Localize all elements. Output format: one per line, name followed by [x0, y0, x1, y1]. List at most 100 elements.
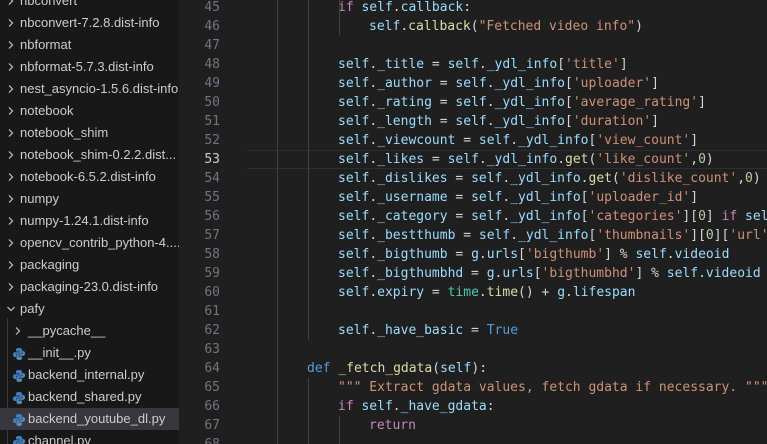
- indent-guide: [339, 0, 340, 35]
- tree-item-2[interactable]: nbformat: [0, 34, 179, 56]
- line-number: 64: [204, 361, 220, 376]
- code-text: self._length = self._ydl_info['duration'…: [338, 112, 659, 131]
- code-line[interactable]: 60 self.expiry = time.time() + g.lifespan: [179, 283, 767, 302]
- tree-item-6[interactable]: notebook_shim: [0, 122, 179, 144]
- code-line[interactable]: 63: [179, 340, 767, 359]
- tree-item-11[interactable]: opencv_contrib_python-4....: [0, 232, 179, 254]
- code-line[interactable]: 67 return: [179, 416, 767, 435]
- chevron-right-icon: [5, 56, 17, 78]
- code-token: self: [455, 76, 487, 91]
- line-number: 54: [204, 171, 220, 186]
- code-token: .: [369, 247, 378, 262]
- code-token: self: [338, 266, 370, 281]
- tree-item-10[interactable]: numpy-1.24.1.dist-info: [0, 210, 179, 232]
- code-token: _ydl_info: [518, 133, 589, 148]
- code-token: if: [338, 0, 362, 15]
- code-token: 'uploader_id': [588, 190, 691, 205]
- code-token: videoid: [674, 247, 730, 262]
- code-line[interactable]: 50 self._rating = self._ydl_info['average…: [179, 93, 767, 112]
- line-number: 49: [204, 76, 220, 91]
- code-token: self: [338, 114, 370, 129]
- code-token: [: [580, 209, 589, 224]
- code-token: .: [478, 247, 487, 262]
- code-line[interactable]: 61: [179, 302, 767, 321]
- tree-item-0[interactable]: nbconvert: [0, 0, 179, 12]
- code-token: _length: [377, 114, 432, 129]
- code-token: if: [721, 209, 746, 224]
- code-token: .: [478, 57, 487, 72]
- tree-item-12[interactable]: packaging: [0, 254, 179, 276]
- code-line[interactable]: 47: [179, 36, 767, 55]
- code-line[interactable]: 53 self._likes = self._ydl_info.get('like…: [179, 150, 767, 169]
- code-token: self: [338, 247, 370, 262]
- code-token: .: [698, 266, 706, 281]
- tree-item-4[interactable]: nest_asyncio-1.5.6.dist-info: [0, 78, 179, 100]
- code-token: _username: [377, 190, 448, 205]
- line-number: 51: [204, 114, 220, 129]
- tree-item-label: __pycache__: [28, 323, 106, 338]
- code-line[interactable]: 49 self._author = self._ydl_info['uploade…: [179, 74, 767, 93]
- code-token: self: [447, 152, 479, 167]
- tree-item-label: numpy: [20, 191, 60, 206]
- tree-item-14[interactable]: pafy: [0, 298, 179, 320]
- code-line[interactable]: 48 self._title = self._ydl_info['title']: [179, 55, 767, 74]
- code-token: _ydl_info: [494, 95, 566, 110]
- code-token: .: [580, 171, 589, 186]
- tree-item-16[interactable]: __init__.py: [0, 342, 179, 364]
- code-line[interactable]: 56 self._category = self._ydl_info['categ…: [179, 207, 767, 226]
- code-line[interactable]: 57 self._bestthumb = self._ydl_info['thum…: [179, 226, 767, 245]
- python-file-icon: [12, 390, 26, 404]
- code-line[interactable]: 65 """ Extract gdata values, fetch gdata …: [179, 378, 767, 397]
- tree-item-15[interactable]: __pycache__: [0, 320, 179, 342]
- code-line[interactable]: 51 self._length = self._ydl_info['duratio…: [179, 112, 767, 131]
- tree-item-label: pafy: [20, 301, 45, 316]
- chevron-right-icon: [5, 0, 17, 12]
- code-line[interactable]: 55 self._username = self._ydl_info['uploa…: [179, 188, 767, 207]
- code-line[interactable]: 59 self._bigthumbhd = g.urls['bigthumbhd'…: [179, 264, 767, 283]
- code-editor[interactable]: 45 if self.callback: 46 self.callback("Fetc…: [179, 0, 767, 444]
- code-token: .: [369, 190, 378, 205]
- code-token: .: [392, 0, 401, 15]
- tree-item-9[interactable]: numpy: [0, 188, 179, 210]
- code-line[interactable]: 62 self._have_basic = True: [179, 321, 767, 340]
- tree-item-5[interactable]: notebook: [0, 100, 179, 122]
- code-token: =: [447, 171, 472, 186]
- code-token: get: [588, 171, 612, 186]
- code-token: self: [338, 285, 370, 300]
- line-number: 60: [204, 285, 220, 300]
- code-token: [: [565, 95, 573, 110]
- code-line[interactable]: 54 self._dislikes = self._ydl_info.get('d…: [179, 169, 767, 188]
- code-token: self: [338, 57, 370, 72]
- tree-item-20[interactable]: channel.py: [0, 430, 179, 444]
- chevron-right-icon: [5, 122, 17, 144]
- code-line[interactable]: 58 self._bigthumb = g.urls['bigthumb'] % …: [179, 245, 767, 264]
- code-line[interactable]: 52 self._viewcount = self._ydl_info['view…: [179, 131, 767, 150]
- code-token: .: [565, 285, 573, 300]
- chevron-right-icon: [5, 210, 17, 232]
- tree-item-17[interactable]: backend_internal.py: [0, 364, 179, 386]
- tree-item-19[interactable]: backend_youtube_dl.py: [0, 408, 179, 430]
- code-line[interactable]: 68: [179, 435, 767, 444]
- line-number: 63: [204, 342, 220, 357]
- code-text: self._likes = self._ydl_info.get('like_c…: [338, 150, 714, 169]
- tree-item-13[interactable]: packaging-23.0.dist-info: [0, 276, 179, 298]
- tree-item-3[interactable]: nbformat-5.7.3.dist-info: [0, 56, 179, 78]
- tree-item-label: backend_internal.py: [28, 367, 145, 382]
- code-token: 0: [745, 171, 753, 186]
- tree-item-8[interactable]: notebook-6.5.2.dist-info: [0, 166, 179, 188]
- code-token: .: [369, 228, 378, 243]
- tree-item-1[interactable]: nbconvert-7.2.8.dist-info: [0, 12, 179, 34]
- code-line[interactable]: 64 def _fetch_gdata(self):: [179, 359, 767, 378]
- code-line[interactable]: 45 if self.callback:: [179, 0, 767, 17]
- code-token: =: [455, 228, 479, 243]
- code-token: 'url': [729, 228, 767, 243]
- tree-item-18[interactable]: backend_shared.py: [0, 386, 179, 408]
- code-line[interactable]: 66 if self._have_gdata:: [179, 397, 767, 416]
- tree-item-7[interactable]: notebook_shim-0.2.2.dist...: [0, 144, 179, 166]
- code-line[interactable]: 46 self.callback("Fetched video info"): [179, 17, 767, 36]
- code-token: g: [486, 266, 495, 281]
- code-text: self.expiry = time.time() + g.lifespan: [338, 283, 635, 302]
- tree-item-label: nest_asyncio-1.5.6.dist-info: [20, 81, 179, 96]
- code-token: .: [369, 152, 378, 167]
- indent-guide: [277, 0, 278, 444]
